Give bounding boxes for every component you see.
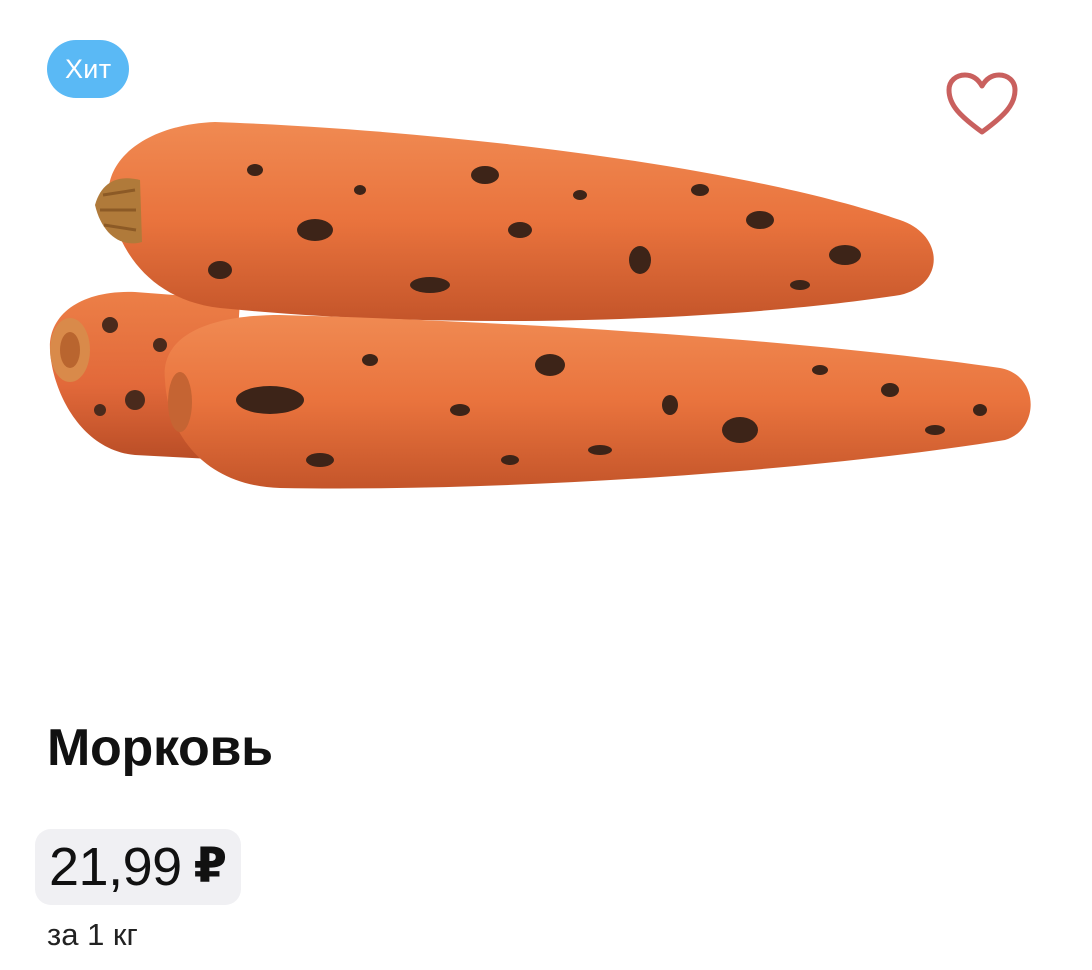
price-tag: 21,99 ₽: [35, 829, 242, 905]
currency-symbol: ₽: [193, 840, 228, 893]
carrot-front: [164, 315, 1031, 489]
product-image[interactable]: [40, 110, 1050, 510]
carrot-top: [95, 122, 934, 322]
product-title: Морковь: [47, 719, 273, 777]
price-unit: за 1 кг: [47, 917, 138, 952]
price-value: 21,99: [49, 837, 182, 897]
hit-badge: Хит: [47, 40, 130, 98]
product-card[interactable]: Хит Морковь 21,99 ₽ за 1 кг: [0, 0, 1092, 970]
carrots-illustration: [49, 122, 1031, 489]
